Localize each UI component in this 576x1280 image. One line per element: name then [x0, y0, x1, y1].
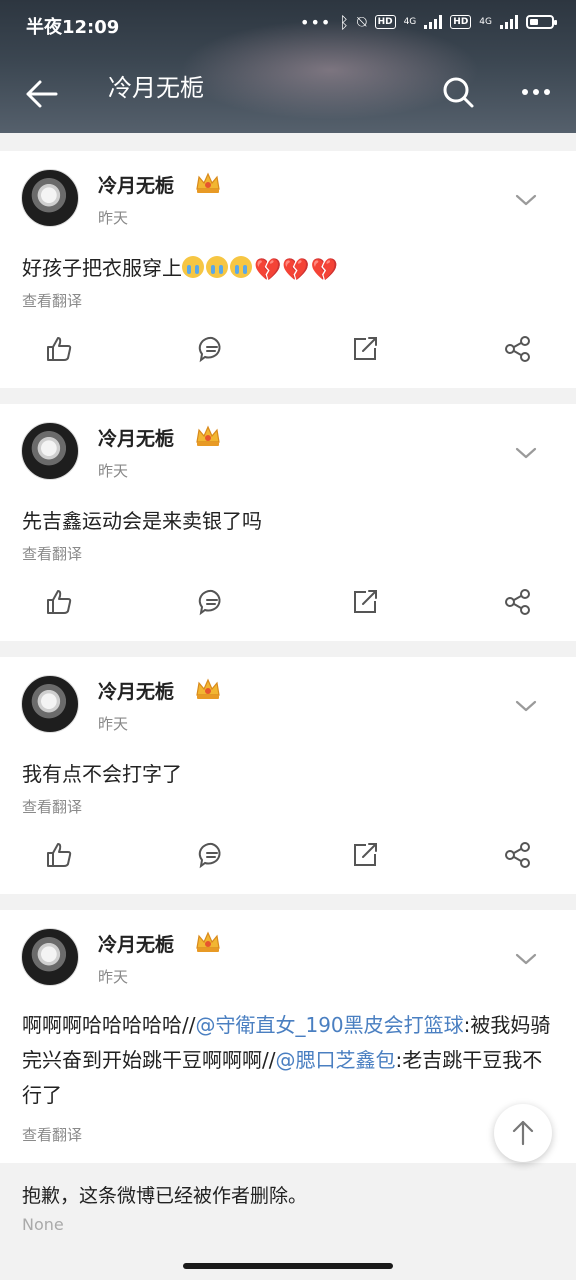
hd-icon-2: HD	[450, 15, 472, 29]
author-name[interactable]: 冷月无栀	[98, 171, 174, 198]
author-name[interactable]: 冷月无栀	[98, 930, 174, 957]
avatar[interactable]	[21, 169, 79, 227]
avatar[interactable]	[21, 928, 79, 986]
header: 半夜12:09 ••• ᛒ ⍉ HD 4G HD 4G 冷月无栀	[0, 0, 576, 133]
crying-emoji-icon	[182, 256, 204, 278]
post-content: 好孩子把衣服穿上 💔💔💔	[22, 251, 556, 288]
broken-heart-icon: 💔	[310, 258, 339, 283]
crying-emoji-icon	[206, 256, 228, 278]
action-bar	[0, 835, 576, 875]
translate-link[interactable]: 查看翻译	[22, 796, 82, 817]
search-icon	[443, 77, 474, 108]
chevron-down-icon[interactable]	[514, 699, 538, 713]
crown-badge-icon	[196, 931, 220, 952]
net-label-1: 4G	[403, 17, 417, 27]
post-content: 我有点不会打字了	[22, 757, 556, 792]
avatar[interactable]	[21, 675, 79, 733]
avatar[interactable]	[21, 422, 79, 480]
signal-icon	[424, 15, 443, 29]
action-bar	[0, 582, 576, 622]
author-name[interactable]: 冷月无栀	[98, 677, 174, 704]
deleted-original-post[interactable]: 抱歉，这条微博已经被作者删除。 None	[0, 1163, 576, 1253]
translate-link[interactable]: 查看翻译	[22, 1124, 82, 1145]
comment-icon[interactable]	[197, 587, 227, 617]
post-content: 啊啊啊哈哈哈哈哈//@守衛直女_190黑皮会打篮球:被我妈骑完兴奋到开始跳干豆啊…	[22, 1008, 556, 1113]
bluetooth-icon: ᛒ	[339, 12, 349, 32]
repost-icon[interactable]	[350, 840, 380, 870]
post-card[interactable]: 冷月无栀 昨天 先吉鑫运动会是来卖银了吗 查看翻译	[0, 404, 576, 641]
more-dots-icon: •••	[300, 12, 332, 32]
repost-icon[interactable]	[350, 334, 380, 364]
post-text: 先吉鑫运动会是来卖银了吗	[22, 509, 262, 533]
comment-icon[interactable]	[197, 334, 227, 364]
post-text: 好孩子把衣服穿上	[22, 256, 182, 280]
more-horizontal-icon	[522, 89, 550, 95]
chevron-down-icon[interactable]	[514, 193, 538, 207]
share-icon[interactable]	[503, 587, 533, 617]
mention-link[interactable]: @守衛直女_190黑皮会打篮球	[195, 1013, 463, 1037]
more-button[interactable]	[518, 74, 554, 110]
hd-icon: HD	[374, 15, 396, 29]
nav-bar: 冷月无栀	[0, 52, 576, 132]
arrow-up-icon	[512, 1120, 534, 1146]
comment-icon[interactable]	[197, 840, 227, 870]
post-text: 我有点不会打字了	[22, 762, 182, 786]
post-time: 昨天	[98, 968, 129, 986]
post-time: 昨天	[98, 462, 129, 480]
back-button[interactable]	[22, 74, 62, 114]
net-label-2: 4G	[479, 17, 492, 27]
scroll-to-top-button[interactable]	[494, 1104, 552, 1162]
like-icon[interactable]	[44, 334, 74, 364]
page-title: 冷月无栀	[108, 74, 204, 102]
broken-heart-icon: 💔	[282, 258, 310, 283]
translate-link[interactable]: 查看翻译	[22, 290, 82, 311]
like-icon[interactable]	[44, 587, 74, 617]
translate-link[interactable]: 查看翻译	[22, 543, 82, 564]
battery-icon	[526, 15, 557, 29]
deleted-message: 抱歉，这条微博已经被作者删除。	[22, 1185, 308, 1207]
status-time: 半夜12:09	[26, 17, 120, 38]
like-icon[interactable]	[44, 840, 74, 870]
arrow-left-icon	[26, 80, 58, 108]
deleted-subtext: None	[22, 1215, 64, 1234]
chevron-down-icon[interactable]	[514, 446, 538, 460]
post-card[interactable]: 冷月无栀 昨天 我有点不会打字了 查看翻译	[0, 657, 576, 894]
crown-badge-icon	[196, 678, 220, 699]
alarm-off-icon: ⍉	[356, 12, 367, 31]
mention-link[interactable]: @腮口芝鑫包	[275, 1048, 395, 1072]
post-card[interactable]: 冷月无栀 昨天 好孩子把衣服穿上 💔💔💔 查看翻译	[0, 151, 576, 388]
crying-emoji-icon	[230, 256, 252, 278]
status-bar: 半夜12:09 ••• ᛒ ⍉ HD 4G HD 4G	[0, 0, 576, 52]
action-bar	[0, 329, 576, 369]
status-icons: ••• ᛒ ⍉ HD 4G HD 4G	[300, 12, 557, 32]
signal-icon-2	[500, 15, 518, 29]
broken-heart-icon: 💔	[254, 258, 282, 283]
share-icon[interactable]	[503, 334, 533, 364]
crown-badge-icon	[196, 425, 220, 446]
post-content: 先吉鑫运动会是来卖银了吗	[22, 504, 556, 539]
chevron-down-icon[interactable]	[514, 952, 538, 966]
crown-badge-icon	[196, 172, 220, 193]
repost-icon[interactable]	[350, 587, 380, 617]
home-indicator[interactable]	[183, 1263, 393, 1269]
post-time: 昨天	[98, 715, 129, 733]
post-time: 昨天	[98, 209, 129, 227]
author-name[interactable]: 冷月无栀	[98, 424, 174, 451]
share-icon[interactable]	[503, 840, 533, 870]
post-card[interactable]: 冷月无栀 昨天 啊啊啊哈哈哈哈哈//@守衛直女_190黑皮会打篮球:被我妈骑完兴…	[0, 910, 576, 1163]
post-text-part: 啊啊啊哈哈哈哈哈//	[22, 1013, 196, 1037]
search-button[interactable]	[440, 74, 476, 110]
